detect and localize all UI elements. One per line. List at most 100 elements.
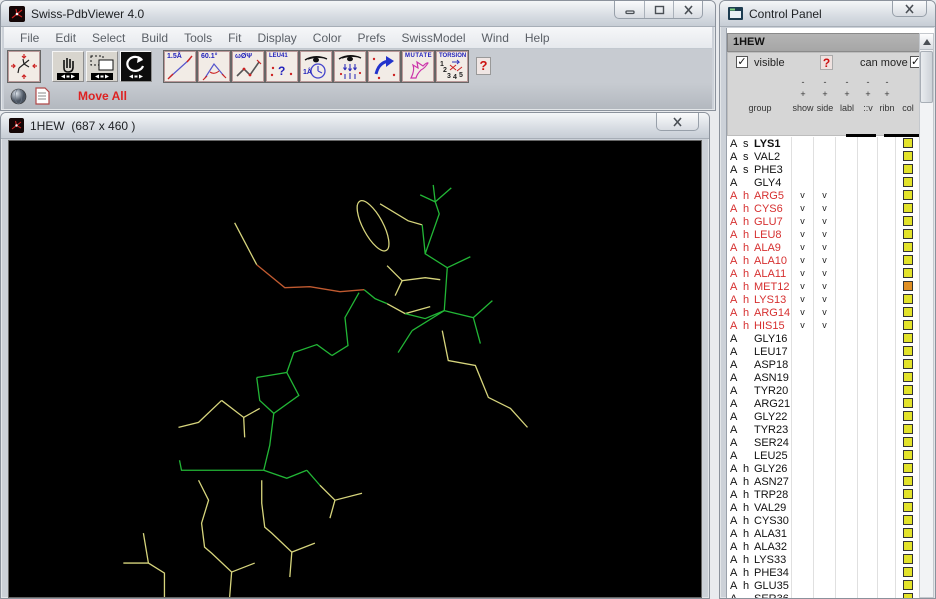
- minus-side[interactable]: -: [814, 77, 836, 87]
- rotate-tool-button[interactable]: [120, 50, 152, 82]
- column-ribn[interactable]: ribn: [878, 103, 896, 117]
- residue-row-asn27[interactable]: Ah ASN27: [727, 475, 923, 488]
- plus-ribn[interactable]: +: [878, 89, 896, 99]
- document-icon[interactable]: [35, 87, 50, 105]
- residue-row-gly26[interactable]: Ah GLY26: [727, 462, 923, 475]
- menu-help[interactable]: Help: [517, 31, 558, 45]
- color-swatch[interactable]: [902, 320, 913, 330]
- plus-labl[interactable]: +: [836, 89, 858, 99]
- color-swatch[interactable]: [902, 541, 913, 551]
- scroll-thumb[interactable]: [920, 51, 933, 103]
- color-swatch[interactable]: [902, 359, 913, 369]
- residue-row-leu25[interactable]: A LEU25: [727, 449, 923, 462]
- fit-to-window-button[interactable]: [7, 49, 41, 83]
- column-labl[interactable]: labl: [836, 103, 858, 117]
- plus-side[interactable]: +: [814, 89, 836, 99]
- menu-wind[interactable]: Wind: [474, 31, 517, 45]
- residue-row-his15[interactable]: Ah HIS15 v v: [727, 319, 923, 332]
- residue-row-val2[interactable]: As VAL2: [727, 150, 923, 163]
- residue-row-gly4[interactable]: A GLY4: [727, 176, 923, 189]
- color-swatch[interactable]: [902, 411, 913, 421]
- color-swatch[interactable]: [902, 372, 913, 382]
- menu-prefs[interactable]: Prefs: [349, 31, 393, 45]
- residue-row-arg21[interactable]: A ARG21: [727, 397, 923, 410]
- residue-row-trp28[interactable]: Ah TRP28: [727, 488, 923, 501]
- residue-row-asp18[interactable]: A ASP18: [727, 358, 923, 371]
- residue-row-arg5[interactable]: Ah ARG5 v v: [727, 189, 923, 202]
- residue-row-lys13[interactable]: Ah LYS13 v v: [727, 293, 923, 306]
- residue-row-ala11[interactable]: Ah ALA11 v v: [727, 267, 923, 280]
- menu-edit[interactable]: Edit: [47, 31, 84, 45]
- menu-tools[interactable]: Tools: [176, 31, 220, 45]
- color-swatch[interactable]: [902, 593, 913, 598]
- torsion-adjust-button[interactable]: TORSION 1 2 3 4 5: [435, 49, 469, 83]
- scrollbar[interactable]: [919, 33, 934, 598]
- residue-row-leu17[interactable]: A LEU17: [727, 345, 923, 358]
- residue-row-cys6[interactable]: Ah CYS6 v v: [727, 202, 923, 215]
- color-swatch[interactable]: [902, 229, 913, 239]
- help-button[interactable]: ?: [476, 57, 491, 75]
- column-group[interactable]: group: [728, 103, 792, 117]
- molecule-canvas[interactable]: [8, 140, 702, 598]
- color-swatch[interactable]: [902, 580, 913, 590]
- swap-view-button[interactable]: [367, 49, 401, 83]
- residue-row-val29[interactable]: Ah VAL29: [727, 501, 923, 514]
- color-swatch[interactable]: [902, 255, 913, 265]
- main-titlebar[interactable]: Swiss-PdbViewer 4.0: [1, 1, 715, 27]
- zoom-tool-button[interactable]: [86, 50, 118, 82]
- color-swatch[interactable]: [902, 164, 913, 174]
- residue-row-met12[interactable]: Ah MET12 v v: [727, 280, 923, 293]
- scroll-up-button[interactable]: [920, 34, 933, 50]
- plus-show[interactable]: +: [792, 89, 814, 99]
- residue-row-gly16[interactable]: A GLY16: [727, 332, 923, 345]
- color-swatch[interactable]: [902, 463, 913, 473]
- residue-row-phe3[interactable]: As PHE3: [727, 163, 923, 176]
- color-swatch[interactable]: [902, 502, 913, 512]
- column-col[interactable]: col: [896, 103, 920, 117]
- residue-row-ala10[interactable]: Ah ALA10 v v: [727, 254, 923, 267]
- column-v[interactable]: ::v: [858, 103, 878, 117]
- menu-fit[interactable]: Fit: [220, 31, 249, 45]
- measure-distance-button[interactable]: 1.5Å: [163, 49, 197, 83]
- color-swatch[interactable]: [902, 450, 913, 460]
- color-swatch[interactable]: [902, 528, 913, 538]
- residue-row-ser36[interactable]: A SER36: [727, 592, 923, 598]
- residue-row-glu35[interactable]: Ah GLU35: [727, 579, 923, 592]
- menu-display[interactable]: Display: [249, 31, 304, 45]
- minus-show[interactable]: -: [792, 77, 814, 87]
- color-swatch[interactable]: [902, 151, 913, 161]
- residue-row-asn19[interactable]: A ASN19: [727, 371, 923, 384]
- residue-row-gly22[interactable]: A GLY22: [727, 410, 923, 423]
- color-swatch[interactable]: [902, 385, 913, 395]
- color-swatch[interactable]: [902, 515, 913, 525]
- color-swatch[interactable]: [902, 281, 913, 291]
- model-name-bar[interactable]: 1HEW: [727, 33, 923, 52]
- menu-build[interactable]: Build: [133, 31, 176, 45]
- color-swatch[interactable]: [902, 424, 913, 434]
- measure-torsion-button[interactable]: ωØΨ: [231, 49, 265, 83]
- column-side[interactable]: side: [814, 103, 836, 117]
- color-swatch[interactable]: [902, 554, 913, 564]
- color-swatch[interactable]: [902, 346, 913, 356]
- residue-row-ala32[interactable]: Ah ALA32: [727, 540, 923, 553]
- graphics-close-button[interactable]: [657, 113, 698, 130]
- header-help-button[interactable]: ?: [820, 55, 833, 70]
- residue-row-glu7[interactable]: Ah GLU7 v v: [727, 215, 923, 228]
- control-panel-titlebar[interactable]: Control Panel: [720, 1, 935, 27]
- residue-row-arg14[interactable]: Ah ARG14 v v: [727, 306, 923, 319]
- measure-angle-button[interactable]: 60.1°: [197, 49, 231, 83]
- close-button[interactable]: [673, 1, 702, 18]
- minimize-button[interactable]: [615, 1, 644, 18]
- visible-checkbox[interactable]: ✓: [736, 56, 748, 68]
- color-swatch[interactable]: [902, 476, 913, 486]
- maximize-button[interactable]: [644, 1, 673, 18]
- mutate-button[interactable]: MUTATE: [401, 49, 435, 83]
- residue-row-phe34[interactable]: Ah PHE34: [727, 566, 923, 579]
- color-swatch[interactable]: [902, 268, 913, 278]
- residue-row-leu8[interactable]: Ah LEU8 v v: [727, 228, 923, 241]
- color-swatch[interactable]: [902, 242, 913, 252]
- plus-v[interactable]: +: [858, 89, 878, 99]
- color-swatch[interactable]: [902, 307, 913, 317]
- color-swatch[interactable]: [902, 398, 913, 408]
- pick-residue-button[interactable]: LEU41 ?: [265, 49, 299, 83]
